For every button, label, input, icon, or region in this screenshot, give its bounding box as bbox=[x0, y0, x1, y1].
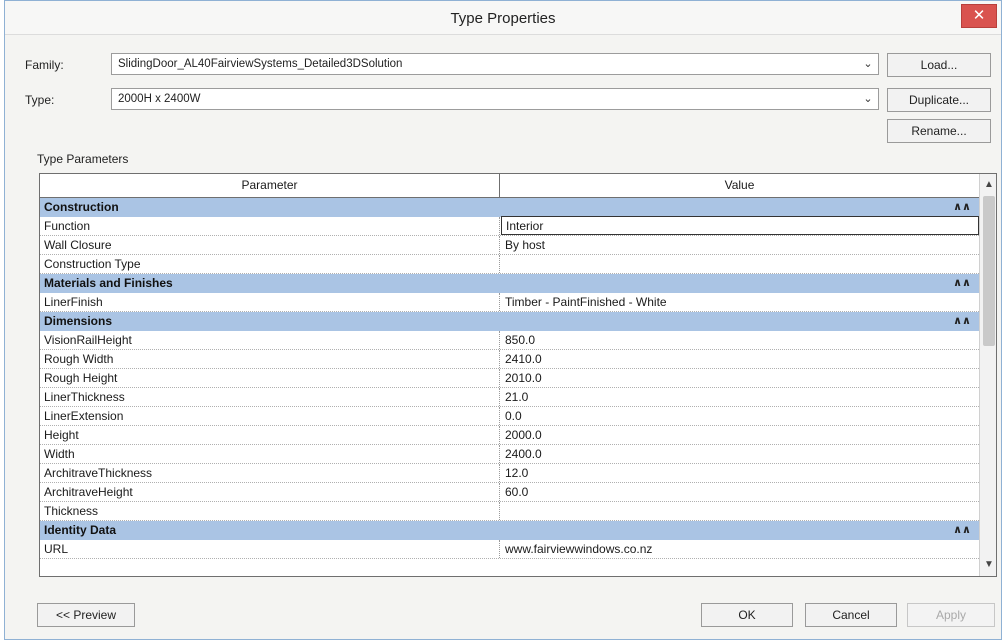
type-parameters-grid: Parameter Value Construction ∧∧ Function… bbox=[39, 173, 997, 577]
param-row-url[interactable]: URL www.fairviewwindows.co.nz bbox=[40, 540, 979, 559]
param-name: LinerThickness bbox=[40, 388, 500, 406]
preview-button[interactable]: << Preview bbox=[37, 603, 135, 627]
parameter-column-header[interactable]: Parameter bbox=[40, 174, 500, 197]
duplicate-button[interactable]: Duplicate... bbox=[887, 88, 991, 112]
param-value[interactable]: www.fairviewwindows.co.nz bbox=[501, 540, 979, 558]
param-row-wall-closure[interactable]: Wall Closure By host bbox=[40, 236, 979, 255]
param-value[interactable]: 21.0 bbox=[501, 388, 979, 406]
param-name: URL bbox=[40, 540, 500, 558]
param-value[interactable]: 2000.0 bbox=[501, 426, 979, 444]
family-value: SlidingDoor_AL40FairviewSystems_Detailed… bbox=[118, 58, 403, 70]
param-value[interactable]: 0.0 bbox=[501, 407, 979, 425]
type-label: Type: bbox=[25, 93, 55, 107]
type-dropdown[interactable]: 2000H x 2400W ⌄ bbox=[111, 88, 879, 110]
type-properties-dialog: Type Properties ✕ Family: SlidingDoor_AL… bbox=[4, 0, 1002, 640]
param-name: Construction Type bbox=[40, 255, 500, 273]
param-value[interactable]: 850.0 bbox=[501, 331, 979, 349]
param-name: LinerExtension bbox=[40, 407, 500, 425]
ok-button[interactable]: OK bbox=[701, 603, 793, 627]
chevron-down-icon: ⌄ bbox=[863, 58, 873, 70]
param-value-selected[interactable]: Interior bbox=[501, 216, 979, 235]
load-button[interactable]: Load... bbox=[887, 53, 991, 77]
param-row-liner-thickness[interactable]: LinerThickness 21.0 bbox=[40, 388, 979, 407]
grid-header: Parameter Value bbox=[40, 174, 979, 198]
param-value[interactable] bbox=[501, 255, 979, 273]
param-name: ArchitraveThickness bbox=[40, 464, 500, 482]
param-row-architrave-height[interactable]: ArchitraveHeight 60.0 bbox=[40, 483, 979, 502]
cancel-button[interactable]: Cancel bbox=[805, 603, 897, 627]
scroll-up-icon[interactable]: ▲ bbox=[980, 176, 996, 194]
param-row-function[interactable]: Function Interior bbox=[40, 216, 979, 236]
group-identity-data[interactable]: Identity Data ∧∧ bbox=[40, 521, 979, 540]
param-value[interactable]: By host bbox=[501, 236, 979, 254]
apply-button[interactable]: Apply bbox=[907, 603, 995, 627]
scroll-down-icon[interactable]: ▼ bbox=[980, 556, 996, 574]
family-dropdown[interactable]: SlidingDoor_AL40FairviewSystems_Detailed… bbox=[111, 53, 879, 75]
title-bar: Type Properties ✕ bbox=[5, 1, 1001, 35]
param-row-construction-type[interactable]: Construction Type bbox=[40, 255, 979, 274]
scrollbar-thumb[interactable] bbox=[983, 196, 995, 346]
param-row-width[interactable]: Width 2400.0 bbox=[40, 445, 979, 464]
double-chevron-up-icon[interactable]: ∧∧ bbox=[953, 198, 971, 217]
double-chevron-up-icon[interactable]: ∧∧ bbox=[953, 521, 971, 540]
param-name: ArchitraveHeight bbox=[40, 483, 500, 501]
param-name: Rough Height bbox=[40, 369, 500, 387]
param-value[interactable]: 2010.0 bbox=[501, 369, 979, 387]
type-parameters-label: Type Parameters bbox=[37, 152, 129, 166]
group-materials-and-finishes[interactable]: Materials and Finishes ∧∧ bbox=[40, 274, 979, 293]
grid-body: Construction ∧∧ Function Interior Wall C… bbox=[40, 198, 979, 559]
param-name: Thickness bbox=[40, 502, 500, 520]
group-label: Materials and Finishes bbox=[44, 276, 173, 290]
param-row-liner-finish[interactable]: LinerFinish Timber - PaintFinished - Whi… bbox=[40, 293, 979, 312]
param-value[interactable]: 60.0 bbox=[501, 483, 979, 501]
rename-button[interactable]: Rename... bbox=[887, 119, 991, 143]
param-name: Width bbox=[40, 445, 500, 463]
param-value[interactable] bbox=[501, 502, 979, 520]
param-value[interactable]: 2410.0 bbox=[501, 350, 979, 368]
param-value[interactable]: 12.0 bbox=[501, 464, 979, 482]
double-chevron-up-icon[interactable]: ∧∧ bbox=[953, 274, 971, 293]
close-icon: ✕ bbox=[972, 7, 986, 24]
param-value[interactable]: 2400.0 bbox=[501, 445, 979, 463]
param-name: Height bbox=[40, 426, 500, 444]
type-value: 2000H x 2400W bbox=[118, 93, 201, 105]
param-row-rough-width[interactable]: Rough Width 2410.0 bbox=[40, 350, 979, 369]
double-chevron-up-icon[interactable]: ∧∧ bbox=[953, 312, 971, 331]
group-label: Construction bbox=[44, 200, 119, 214]
param-row-architrave-thickness[interactable]: ArchitraveThickness 12.0 bbox=[40, 464, 979, 483]
param-row-rough-height[interactable]: Rough Height 2010.0 bbox=[40, 369, 979, 388]
group-construction[interactable]: Construction ∧∧ bbox=[40, 198, 979, 217]
group-label: Dimensions bbox=[44, 314, 113, 328]
chevron-down-icon: ⌄ bbox=[863, 93, 873, 105]
param-name: LinerFinish bbox=[40, 293, 500, 311]
param-row-thickness[interactable]: Thickness bbox=[40, 502, 979, 521]
family-label: Family: bbox=[25, 58, 64, 72]
param-name: Rough Width bbox=[40, 350, 500, 368]
grid-vertical-scrollbar[interactable]: ▲ ▼ bbox=[979, 174, 996, 576]
group-dimensions[interactable]: Dimensions ∧∧ bbox=[40, 312, 979, 331]
value-column-header[interactable]: Value bbox=[500, 174, 979, 197]
param-name: VisionRailHeight bbox=[40, 331, 500, 349]
dialog-title: Type Properties bbox=[450, 10, 556, 27]
group-label: Identity Data bbox=[44, 523, 117, 537]
param-row-height[interactable]: Height 2000.0 bbox=[40, 426, 979, 445]
close-button[interactable]: ✕ bbox=[961, 4, 997, 28]
param-name: Function bbox=[40, 217, 500, 235]
param-value[interactable]: Timber - PaintFinished - White bbox=[501, 293, 979, 311]
param-name: Wall Closure bbox=[40, 236, 500, 254]
param-row-vision-rail-height[interactable]: VisionRailHeight 850.0 bbox=[40, 331, 979, 350]
param-row-liner-extension[interactable]: LinerExtension 0.0 bbox=[40, 407, 979, 426]
